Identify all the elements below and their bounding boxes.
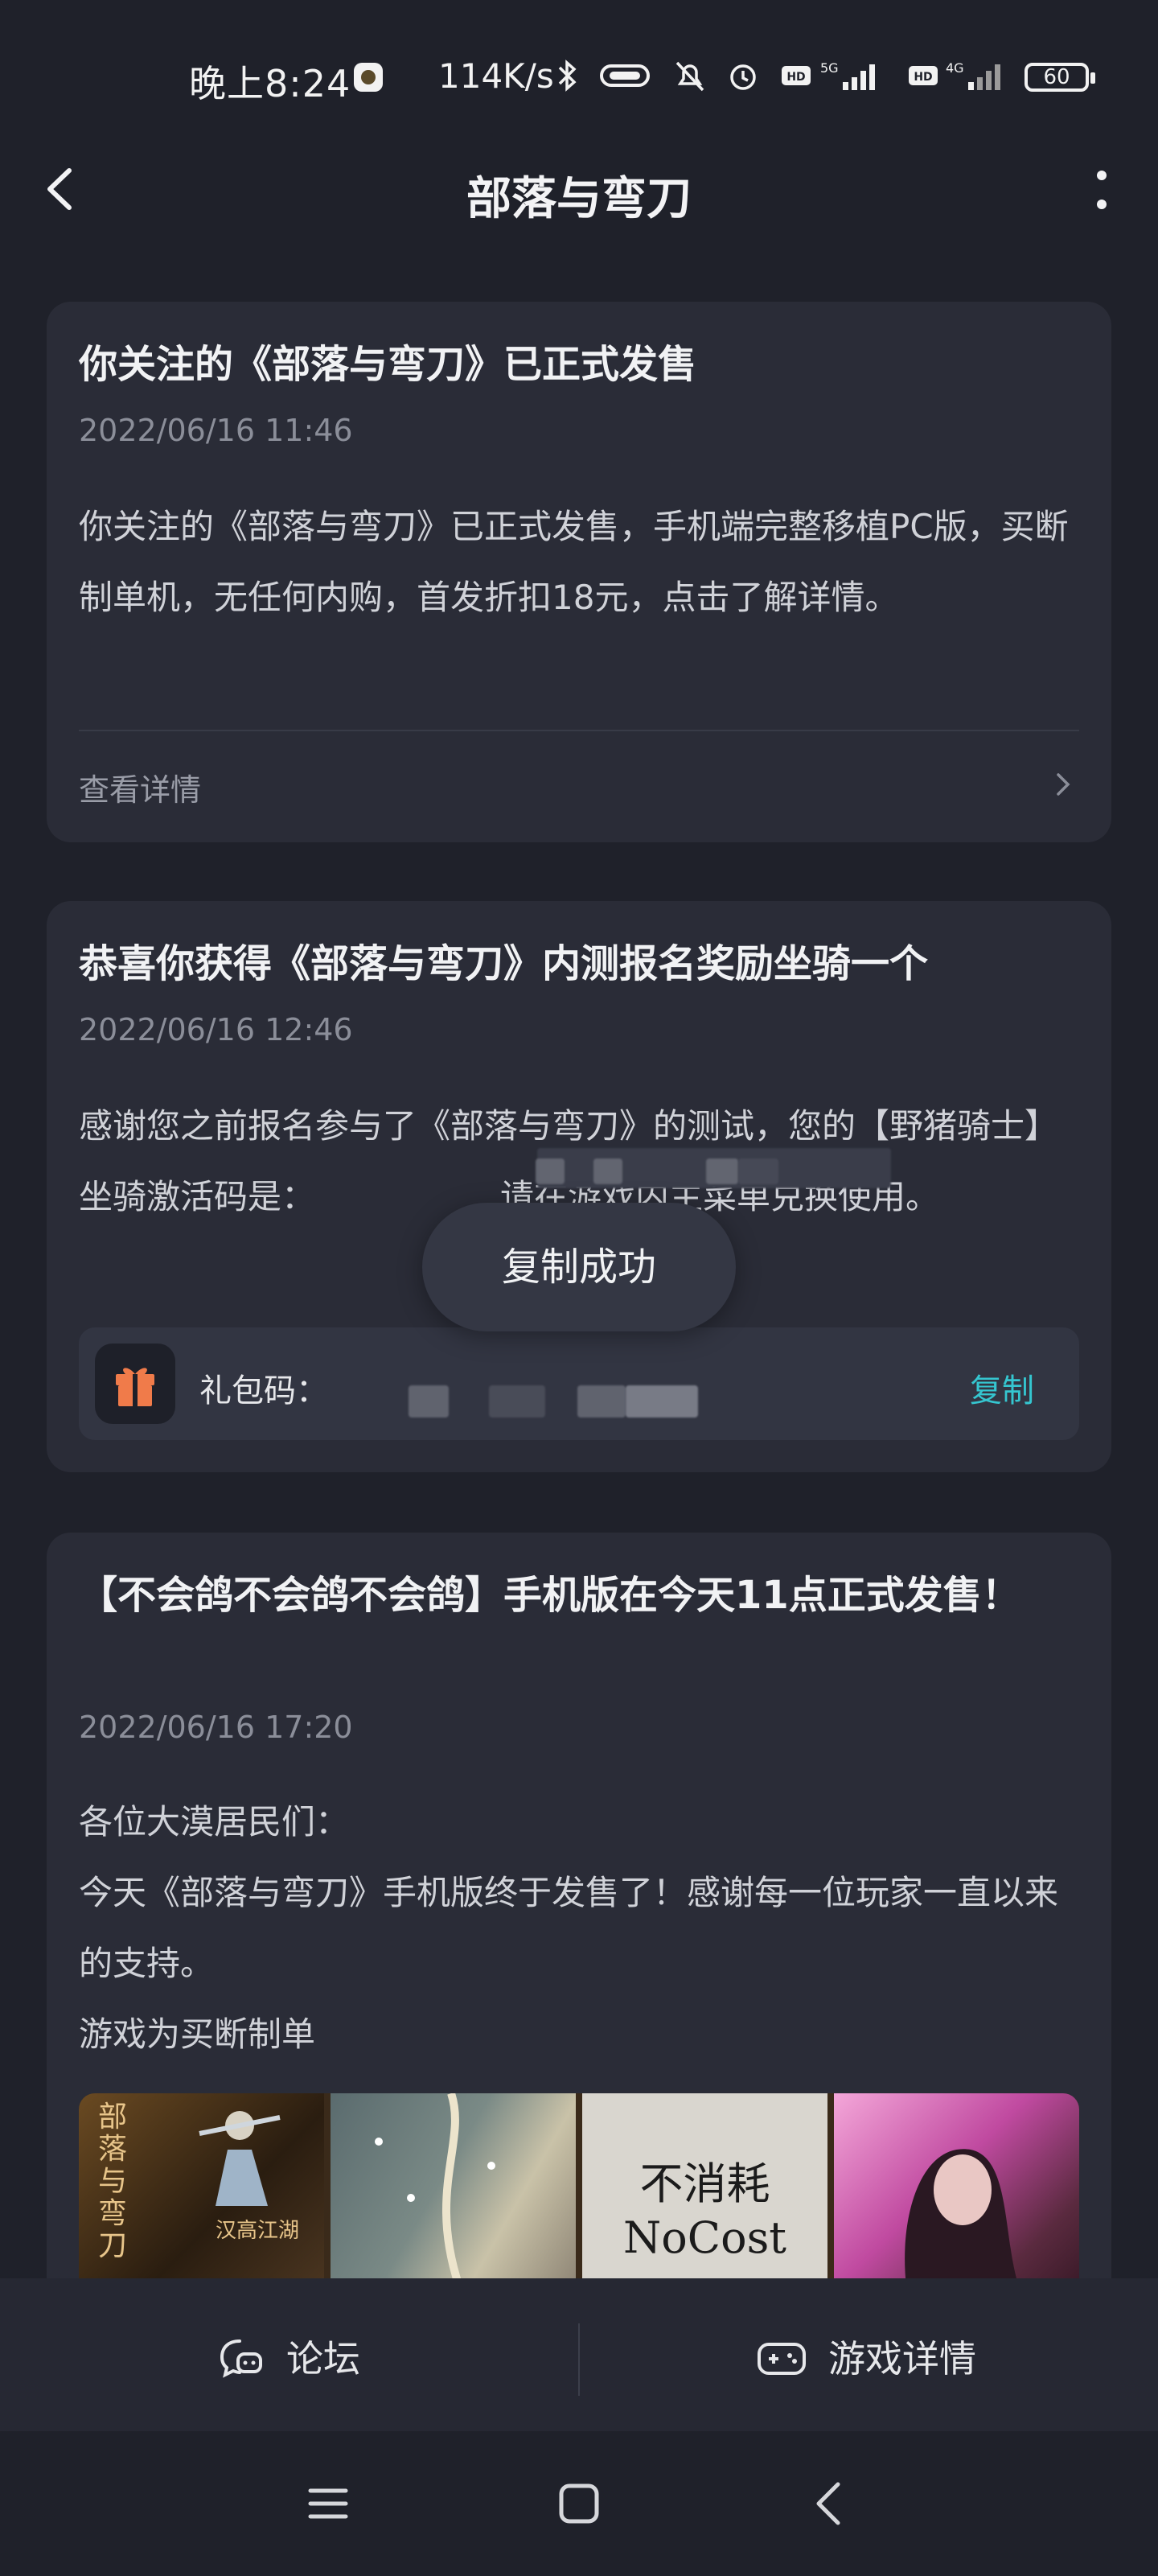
more-dot-icon: [1097, 200, 1107, 209]
card-body-line: 游戏为买断制单: [79, 2014, 316, 2054]
redacted-gift-code: [626, 1385, 698, 1418]
svg-text:HD: HD: [786, 71, 805, 84]
screen: 晚上8:24 114K/s HD 5G HD 4G 60 部落与弯刀 你关注的《…: [0, 0, 1158, 2576]
redacted-code-blur: [536, 1158, 565, 1184]
status-bar: 晚上8:24 114K/s HD 5G HD 4G 60: [0, 0, 1158, 129]
notice-card-3[interactable]: 【不会鸽不会鸽不会鸽】手机版在今天11点正式发售！ 2022/06/16 17:…: [47, 1533, 1111, 2337]
svg-text:HD: HD: [914, 71, 932, 84]
redacted-gift-code: [409, 1385, 449, 1418]
tab-divider: [578, 2323, 580, 2396]
card-body: 你关注的《部落与弯刀》已正式发售，手机端完整移植PC版，买断制单机，无任何内购，…: [79, 507, 1069, 617]
status-icons: HD 5G HD 4G 60: [555, 58, 1102, 97]
mute-bell-icon: [676, 61, 704, 92]
notice-card-1[interactable]: 你关注的《部落与弯刀》已正式发售 2022/06/16 11:46 你关注的《部…: [47, 302, 1111, 842]
net-speed: 114K/s: [438, 56, 554, 96]
redacted-code-blur: [593, 1158, 622, 1184]
tab-forum-label: 论坛: [286, 2337, 360, 2381]
divider: [79, 730, 1079, 731]
gallery-image-sub: 汉高江湖: [216, 2219, 300, 2243]
gallery-image-3[interactable]: 不消耗 NoCost: [582, 2093, 827, 2286]
card-date: 2022/06/16 11:46: [79, 413, 353, 448]
redacted-code-blur: [706, 1158, 738, 1184]
top-bar: 部落与弯刀: [0, 129, 1158, 249]
gallery-image-caption: 不消耗: [639, 2158, 770, 2209]
gallery-image-2[interactable]: [331, 2093, 576, 2286]
notice-card-2[interactable]: 恭喜你获得《部落与弯刀》内测报名奖励坐骑一个 2022/06/16 12:46 …: [47, 901, 1111, 1472]
tab-game-details[interactable]: 游戏详情: [756, 2327, 997, 2391]
gallery-image-1[interactable]: 部落与弯刀 汉高江湖: [79, 2093, 324, 2286]
signal-icon: 5G: [820, 60, 875, 90]
character-portrait: [905, 2149, 1019, 2286]
status-time: 晚上8:24: [189, 62, 351, 105]
system-nav-bar: [0, 2431, 1158, 2576]
warrior-figure: [199, 2111, 281, 2206]
card-body: 各位大漠居民们： 今天《部落与弯刀》手机版终于发售了！感谢每一位玩家一直以来的支…: [79, 1787, 1079, 2070]
alarm-icon: [730, 64, 756, 90]
home-icon[interactable]: [547, 2471, 611, 2536]
signal-icon-2: 4G: [946, 60, 1000, 90]
more-dot-icon: [1097, 171, 1107, 180]
svg-text:5G: 5G: [820, 60, 839, 76]
gift-icon: [95, 1344, 175, 1424]
gallery-image-sub: NoCost: [622, 2212, 786, 2263]
redacted-code-blur: [738, 1158, 778, 1184]
card-date: 2022/06/16 17:20: [79, 1710, 353, 1745]
tab-game-details-label: 游戏详情: [828, 2337, 976, 2381]
card-date: 2022/06/16 12:46: [79, 1012, 353, 1047]
card-title: 【不会鸽不会鸽不会鸽】手机版在今天11点正式发售！: [79, 1573, 1020, 1618]
svg-text:4G: 4G: [946, 60, 964, 76]
battery-icon: 60: [1025, 63, 1095, 92]
hd-icon-2: HD: [909, 66, 938, 85]
redacted-gift-code: [489, 1385, 545, 1418]
more-options-button[interactable]: [1078, 161, 1126, 217]
card-title: 你关注的《部落与弯刀》已正式发售: [79, 342, 697, 387]
page-title: 部落与弯刀: [466, 173, 692, 225]
gift-code-label: 礼包码：: [199, 1372, 328, 1409]
vibrate-icon: [600, 64, 650, 87]
view-details-link[interactable]: 查看详情: [79, 752, 1079, 817]
card-body-line: 各位大漠居民们：: [79, 1802, 350, 1841]
menu-icon[interactable]: [296, 2471, 360, 2536]
view-details-label: 查看详情: [79, 772, 202, 808]
back-nav-icon[interactable]: [798, 2471, 862, 2536]
redacted-gift-code: [577, 1385, 626, 1418]
gallery-image-4[interactable]: [834, 2093, 1079, 2286]
gamepad-icon: [758, 2343, 806, 2375]
card-body-line: 今天《部落与弯刀》手机版终于发售了！感谢每一位玩家一直以来的支持。: [79, 1873, 1059, 1983]
chevron-right-icon: [1057, 773, 1070, 796]
gift-code-row: 礼包码： 复制: [79, 1327, 1079, 1440]
map-route: [375, 2093, 495, 2286]
tab-forum[interactable]: 论坛: [217, 2327, 378, 2391]
bottom-tab-bar: 论坛 游戏详情: [0, 2278, 1158, 2431]
image-gallery[interactable]: 部落与弯刀 汉高江湖 不消耗 NoCost: [79, 2093, 1079, 2286]
copy-success-toast: 复制成功: [422, 1203, 736, 1331]
forum-chat-icon: [220, 2339, 262, 2378]
bluetooth-icon: [558, 60, 577, 92]
card-title: 恭喜你获得《部落与弯刀》内测报名奖励坐骑一个: [79, 941, 929, 986]
gallery-image-caption: 部落与弯刀: [98, 2101, 128, 2262]
hd-icon: HD: [782, 66, 811, 85]
copy-button[interactable]: 复制: [970, 1364, 1034, 1411]
app-notification-icon: [354, 63, 383, 92]
